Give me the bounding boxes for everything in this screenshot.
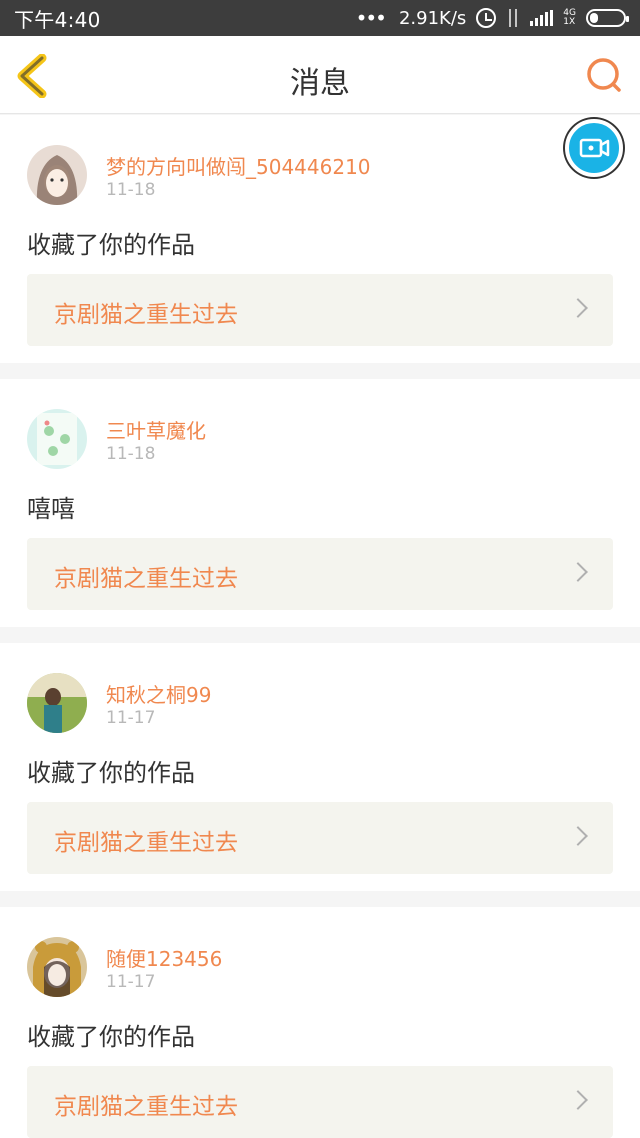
network-speed: 2.91K/s [398, 7, 467, 29]
work-link[interactable]: 京剧猫之重生过去 [27, 538, 613, 610]
message-card[interactable]: 知秋之桐99 11-17 收藏了你的作品 京剧猫之重生过去 [0, 643, 640, 891]
message-card[interactable]: 随便123456 11-17 收藏了你的作品 京剧猫之重生过去 [0, 907, 640, 1138]
data-transfer-icon [506, 9, 520, 27]
message-action: 嘻嘻 [27, 495, 75, 523]
work-title: 京剧猫之重生过去 [54, 830, 238, 856]
work-title: 京剧猫之重生过去 [54, 1094, 238, 1120]
signal-icon [530, 10, 554, 26]
video-camera-icon [579, 138, 610, 158]
message-date: 11-18 [106, 180, 156, 200]
status-indicators: ••• 2.91K/s 4G 1X [355, 6, 629, 30]
message-action: 收藏了你的作品 [27, 231, 195, 259]
battery-icon [586, 9, 629, 27]
avatar[interactable] [27, 409, 87, 469]
status-bar: 下午4:40 ••• 2.91K/s 4G 1X [0, 0, 640, 36]
work-title: 京剧猫之重生过去 [54, 566, 238, 592]
message-date: 11-17 [106, 972, 156, 992]
avatar[interactable] [27, 673, 87, 733]
username[interactable]: 知秋之桐99 [106, 679, 211, 708]
work-link[interactable]: 京剧猫之重生过去 [27, 1066, 613, 1138]
work-title: 京剧猫之重生过去 [54, 302, 238, 328]
chevron-right-icon [568, 562, 588, 582]
nav-bar: 消息 [0, 36, 640, 114]
network-type: 4G 1X [563, 9, 576, 27]
work-link[interactable]: 京剧猫之重生过去 [27, 274, 613, 346]
chevron-right-icon [568, 826, 588, 846]
message-card[interactable]: 梦的方向叫做闯_504446210 11-18 收藏了你的作品 京剧猫之重生过去 [0, 115, 640, 363]
network-type-bottom: 1X [563, 17, 576, 27]
chevron-right-icon [568, 298, 588, 318]
avatar[interactable] [27, 145, 87, 205]
alarm-icon [476, 8, 497, 28]
status-time: 下午4:40 [14, 7, 101, 32]
search-button[interactable] [584, 56, 624, 96]
avatar[interactable] [27, 937, 87, 997]
message-date: 11-17 [106, 708, 156, 728]
username[interactable]: 三叶草魔化 [106, 415, 206, 444]
username[interactable]: 梦的方向叫做闯_504446210 [106, 151, 371, 180]
page-title: 消息 [290, 66, 350, 101]
work-link[interactable]: 京剧猫之重生过去 [27, 802, 613, 874]
search-icon [587, 58, 621, 92]
video-record-button[interactable] [565, 119, 623, 177]
username[interactable]: 随便123456 [106, 943, 222, 972]
chevron-right-icon [568, 1090, 588, 1110]
message-action: 收藏了你的作品 [27, 759, 195, 787]
message-date: 11-18 [106, 444, 156, 464]
message-action: 收藏了你的作品 [27, 1023, 195, 1051]
message-list: 梦的方向叫做闯_504446210 11-18 收藏了你的作品 京剧猫之重生过去… [0, 115, 640, 1138]
more-dots-icon: ••• [355, 6, 387, 30]
message-card[interactable]: 三叶草魔化 11-18 嘻嘻 京剧猫之重生过去 [0, 379, 640, 627]
